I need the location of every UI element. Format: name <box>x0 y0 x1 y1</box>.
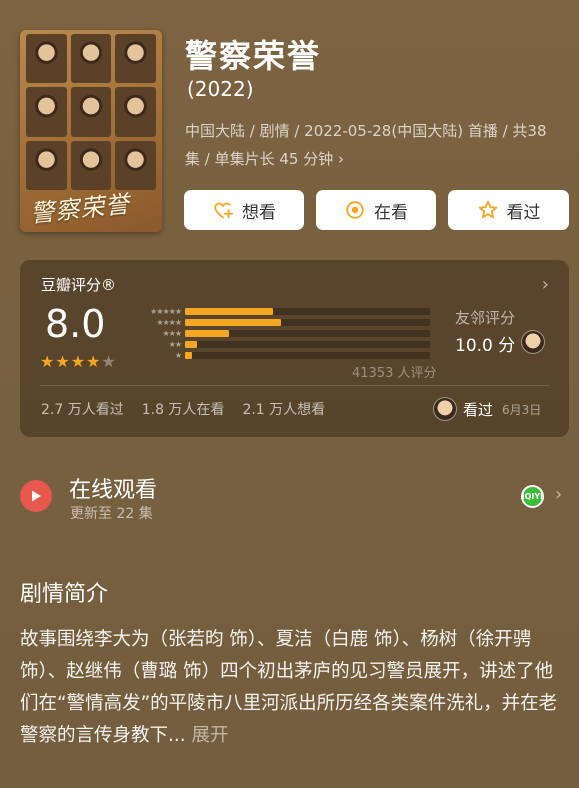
watching-count[interactable]: 1.8 万人在看 <box>142 399 225 419</box>
cast-face <box>26 140 67 190</box>
watching-icon <box>346 201 364 219</box>
watched-button[interactable]: 看过 <box>448 190 569 230</box>
cast-face <box>70 140 112 190</box>
synopsis-body: 故事围绕李大为（张若昀 饰）、夏洁（白鹿 饰）、杨树（徐开骋 饰）、赵继伟（曹璐… <box>20 629 558 746</box>
rating-count: 41353 人评分 <box>352 366 437 381</box>
star-filled-icon: ★ <box>86 352 101 371</box>
watched-label: 看过 <box>506 202 541 223</box>
distribution-stars: ★★ <box>168 340 182 349</box>
chevron-right-icon[interactable]: › <box>542 274 549 295</box>
rating-distribution: ★★★★★ ★★★★ ★★★ ★★ ★ <box>130 306 435 361</box>
distribution-bar <box>185 341 198 348</box>
star-filled-icon: ★ <box>40 352 55 371</box>
distribution-row: ★★ <box>130 339 435 350</box>
online-watch-subtitle: 更新至 22 集 <box>70 506 153 522</box>
distribution-stars: ★ <box>174 351 182 360</box>
cast-face <box>26 34 67 84</box>
want-label: 想看 <box>242 202 276 223</box>
friend-avatar[interactable] <box>521 330 545 354</box>
distribution-track <box>185 341 430 348</box>
watch-stats: 2.7 万人看过 1.8 万人在看 2.1 万人想看 <box>41 399 325 419</box>
distribution-row: ★ <box>130 350 435 361</box>
distribution-track <box>185 308 430 315</box>
rating-score: 8.0 <box>45 302 106 346</box>
chevron-right-icon[interactable]: › <box>555 484 562 505</box>
friend-rating-score: 10.0 分 <box>455 336 516 356</box>
movie-title: 警察荣誉 <box>185 37 322 75</box>
distribution-stars: ★★★★★ <box>150 307 182 316</box>
play-icon <box>32 490 41 502</box>
distribution-stars: ★★★ <box>162 329 182 338</box>
star-filled-icon: ★ <box>55 352 70 371</box>
synopsis-title: 剧情简介 <box>20 582 109 607</box>
poster-logo: 警察荣誉 <box>29 189 132 229</box>
distribution-bar <box>185 330 230 337</box>
iqiyi-icon[interactable]: iQIYI <box>521 485 544 508</box>
poster-cast-grid <box>26 34 156 190</box>
rating-card[interactable]: 豆瓣评分® › 8.0 ★ ★ ★ ★ ★ ★★★★★ ★★★★ ★★★ ★★ ★ 41353 … <box>20 260 569 437</box>
distribution-bar <box>185 308 274 315</box>
distribution-stars: ★★★★ <box>156 318 182 327</box>
seen-status: 看过 <box>463 401 494 419</box>
cast-face <box>70 87 112 137</box>
want-count[interactable]: 2.1 万人想看 <box>242 399 325 419</box>
rating-stars: ★ ★ ★ ★ ★ <box>40 354 116 370</box>
seen-date: 6月3日 <box>502 403 542 417</box>
movie-meta[interactable]: 中国大陆 / 剧情 / 2022-05-28(中国大陆) 首播 / 共38 集 … <box>185 117 570 173</box>
cast-face <box>70 34 112 84</box>
user-avatar[interactable] <box>433 397 457 421</box>
cast-face <box>115 34 156 84</box>
distribution-track <box>185 352 430 359</box>
page: 警察荣誉 警察荣誉 (2022) 中国大陆 / 剧情 / 2022-05-28(… <box>0 0 579 788</box>
watching-label: 在看 <box>374 202 408 223</box>
heart-plus-icon <box>214 202 234 219</box>
cast-face <box>26 87 67 137</box>
online-watch-title[interactable]: 在线观看 <box>69 472 157 504</box>
distribution-row: ★★★★★ <box>130 306 435 317</box>
synopsis-text: 故事围绕李大为（张若昀 饰）、夏洁（白鹿 饰）、杨树（徐开骋 饰）、赵继伟（曹璐… <box>20 624 565 752</box>
friend-rating-label: 友邻评分 <box>455 309 516 327</box>
poster-image[interactable]: 警察荣誉 <box>20 30 162 232</box>
watched-count[interactable]: 2.7 万人看过 <box>41 399 124 419</box>
cast-face <box>115 140 156 190</box>
expand-link[interactable]: 展开 <box>192 725 229 746</box>
distribution-row: ★★★ <box>130 328 435 339</box>
star-empty-icon: ★ <box>101 352 116 371</box>
play-button[interactable] <box>20 480 52 512</box>
cast-face <box>115 87 156 137</box>
star-filled-icon: ★ <box>70 352 86 371</box>
distribution-track <box>185 319 430 326</box>
movie-year: (2022) <box>187 77 254 101</box>
rating-title: 豆瓣评分® <box>41 276 117 294</box>
distribution-track <box>185 330 430 337</box>
distribution-bar <box>185 352 193 359</box>
meta-line-2: 集 / 单集片长 45 分钟 › <box>185 150 344 168</box>
divider <box>40 385 549 386</box>
meta-line-1: 中国大陆 / 剧情 / 2022-05-28(中国大陆) 首播 / 共38 <box>185 122 547 140</box>
star-icon <box>478 200 497 219</box>
watching-button[interactable]: 在看 <box>316 190 436 230</box>
distribution-row: ★★★★ <box>130 317 435 328</box>
want-to-watch-button[interactable]: 想看 <box>184 190 304 230</box>
distribution-bar <box>185 319 281 326</box>
